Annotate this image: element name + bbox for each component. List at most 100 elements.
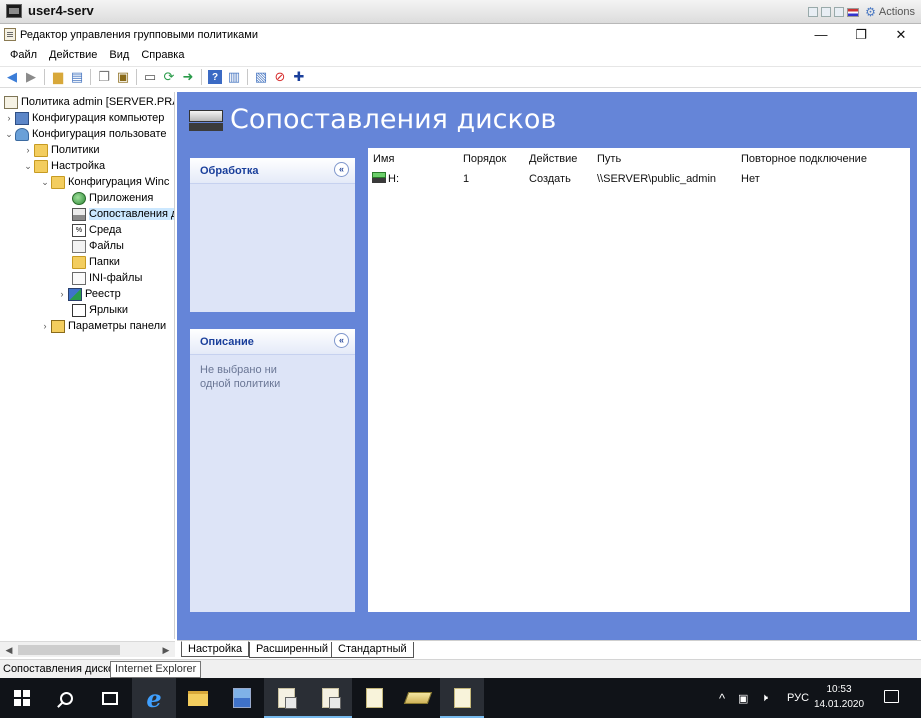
clock[interactable]: 10:53 14.01.2020	[808, 682, 870, 712]
taskbar-server-manager[interactable]	[220, 678, 264, 718]
tree-item-drive-maps[interactable]: Сопоставления д	[60, 206, 174, 222]
tree-item-environment[interactable]: % Среда	[60, 222, 121, 238]
tree-item-computer-config[interactable]: › Конфигурация компьютер	[3, 110, 164, 126]
toolbar-separator	[201, 69, 202, 85]
chevron-right-icon[interactable]: ›	[22, 145, 34, 155]
group-policy-editor-icon	[321, 688, 341, 709]
flag-icon[interactable]	[847, 7, 860, 17]
processing-card-header[interactable]: Обработка «	[190, 158, 355, 184]
drive-maps-header-icon	[189, 110, 223, 132]
print-icon[interactable]: ▭	[141, 68, 159, 86]
tree-item-windows-settings[interactable]: ⌄ Конфигурация Winc	[39, 174, 169, 190]
tree-item-applications[interactable]: Приложения	[60, 190, 153, 206]
drive-maps-icon	[72, 207, 86, 221]
tree-item-files[interactable]: Файлы	[60, 238, 124, 254]
close-button[interactable]: ✕	[881, 24, 921, 46]
window-title-bar: Редактор управления групповыми политикам…	[0, 24, 921, 46]
session-restore-icon[interactable]	[821, 7, 832, 17]
tree-item-control-panel[interactable]: › Параметры панели	[39, 318, 166, 334]
column-header-reconnect[interactable]: Повторное подключение	[741, 153, 867, 165]
notification-center-icon[interactable]	[884, 690, 899, 703]
column-header-order[interactable]: Порядок	[463, 153, 506, 165]
tree-item-label: Параметры панели	[68, 320, 167, 332]
properties-icon[interactable]: ▧	[252, 68, 270, 86]
processing-card: Обработка «	[190, 158, 355, 312]
up-folder-icon[interactable]: ▆	[49, 68, 67, 86]
column-header-name[interactable]: Имя	[373, 153, 394, 165]
session-minimize-icon[interactable]	[808, 7, 819, 17]
volume-muted-icon[interactable]: 🕨	[761, 678, 768, 718]
description-card-header[interactable]: Описание «	[190, 329, 355, 355]
tree-item-label: Настройка	[51, 160, 106, 172]
scroll-left-icon[interactable]: ◀	[1, 643, 17, 657]
chevron-down-icon[interactable]: ⌄	[22, 161, 34, 172]
task-view-button[interactable]	[88, 678, 132, 718]
processing-card-title: Обработка	[200, 165, 259, 177]
add-icon[interactable]: ✚	[290, 68, 308, 86]
taskbar-gpo-editor-2[interactable]	[308, 678, 352, 718]
copy-icon[interactable]: ❐	[95, 68, 113, 86]
collapse-icon[interactable]: «	[334, 333, 349, 348]
mapped-drive-icon	[372, 172, 386, 183]
column-header-path[interactable]: Путь	[597, 153, 621, 165]
details-pane: Сопоставления дисков Обработка « Описани…	[177, 92, 917, 640]
menu-action[interactable]: Действие	[43, 46, 103, 66]
forward-arrow-icon[interactable]: ▶	[22, 68, 40, 86]
taskbar-notepad[interactable]	[352, 678, 396, 718]
tree-item-preferences[interactable]: ⌄ Настройка	[22, 158, 105, 174]
chevron-right-icon[interactable]: ›	[39, 321, 51, 331]
minimize-button[interactable]: —	[801, 24, 841, 46]
start-button[interactable]	[0, 678, 44, 718]
menu-view[interactable]: Вид	[103, 46, 135, 66]
back-arrow-icon[interactable]: ◀	[3, 68, 21, 86]
tab-preferences[interactable]: Настройка	[181, 641, 250, 657]
tree-item-policy-root[interactable]: Политика admin [SERVER.PRAH	[2, 94, 174, 110]
chevron-down-icon[interactable]: ⌄	[3, 129, 15, 140]
collapse-icon[interactable]: «	[334, 162, 349, 177]
maximize-button[interactable]: ❐	[841, 24, 881, 46]
notepad-icon	[365, 688, 383, 708]
delete-icon[interactable]: ⊘	[271, 68, 289, 86]
tree-item-registry[interactable]: › Реестр	[56, 286, 121, 302]
taskbar-file-explorer[interactable]	[176, 678, 220, 718]
action-pane-icon[interactable]: ▥	[225, 68, 243, 86]
gear-icon[interactable]: ⚙	[865, 5, 876, 19]
taskbar-drive-app[interactable]	[396, 678, 440, 718]
export-list-icon[interactable]: ➜	[179, 68, 197, 86]
search-icon	[59, 691, 73, 705]
row-name[interactable]: H:	[388, 173, 399, 185]
session-fullscreen-icon[interactable]	[834, 7, 845, 17]
show-hide-tree-icon[interactable]: ▤	[68, 68, 86, 86]
tree-item-user-config[interactable]: ⌄ Конфигурация пользовате	[3, 126, 167, 142]
tab-extended[interactable]: Расширенный	[249, 642, 335, 658]
status-text: Сопоставления диско	[3, 663, 115, 675]
paste-icon[interactable]: ▣	[114, 68, 132, 86]
chevron-right-icon[interactable]: ›	[56, 289, 68, 299]
chevron-down-icon[interactable]: ⌄	[39, 177, 51, 188]
search-button[interactable]	[44, 678, 88, 718]
actions-menu[interactable]: Actions	[879, 6, 915, 18]
help-icon[interactable]: ?	[208, 70, 222, 84]
network-icon[interactable]: ▣	[738, 678, 748, 718]
scroll-right-icon[interactable]: ▶	[158, 643, 174, 657]
window-title: Редактор управления групповыми политикам…	[20, 29, 258, 41]
menu-file[interactable]: Файл	[4, 46, 43, 66]
tree-item-folders[interactable]: Папки	[60, 254, 120, 270]
taskbar-internet-explorer[interactable]: e	[132, 678, 176, 718]
tree-item-shortcuts[interactable]: Ярлыки	[60, 302, 128, 318]
tray-chevron-up-icon[interactable]: ^	[719, 678, 725, 718]
menu-help[interactable]: Справка	[135, 46, 190, 66]
column-header-action[interactable]: Действие	[529, 153, 577, 165]
tree-item-policies[interactable]: › Политики	[22, 142, 100, 158]
tab-standard[interactable]: Стандартный	[331, 642, 414, 658]
refresh-icon[interactable]: ⟳	[160, 68, 178, 86]
tree-horizontal-scrollbar[interactable]: ◀ ▶	[0, 641, 175, 657]
taskbar-gpo-editor[interactable]	[440, 678, 484, 718]
tree-item-label: Конфигурация компьютер	[32, 112, 165, 124]
scroll-thumb[interactable]	[18, 645, 120, 655]
chevron-right-icon[interactable]: ›	[3, 113, 15, 123]
input-language-indicator[interactable]: РУС	[787, 678, 809, 718]
tree-item-ini-files[interactable]: INI-файлы	[60, 270, 142, 286]
toolbar-separator	[90, 69, 91, 85]
taskbar-gpmc[interactable]	[264, 678, 308, 718]
